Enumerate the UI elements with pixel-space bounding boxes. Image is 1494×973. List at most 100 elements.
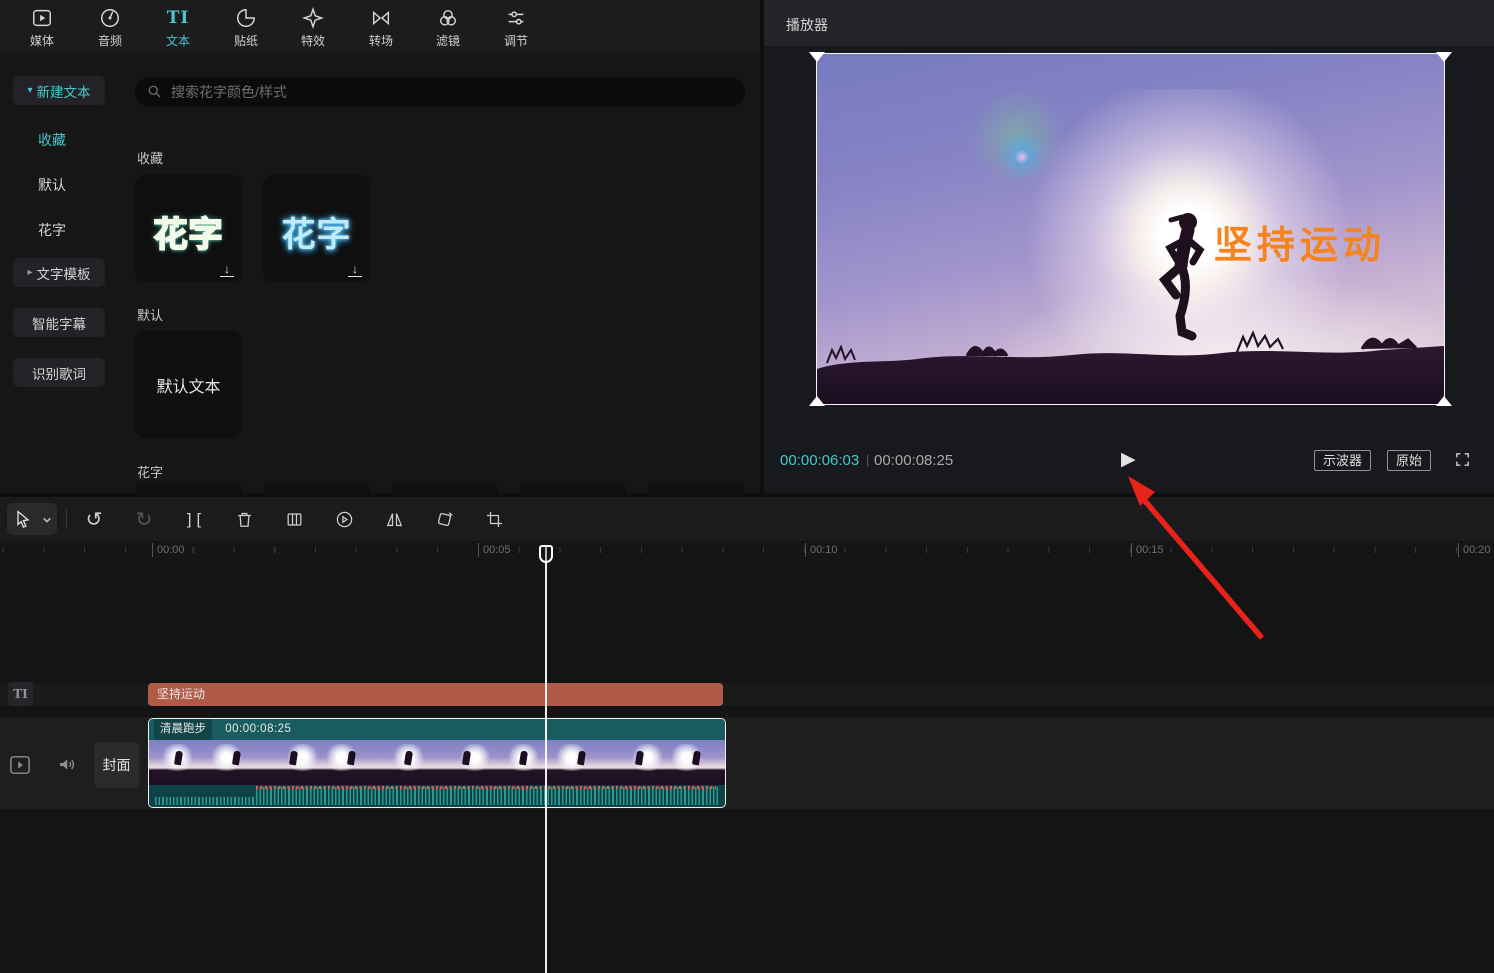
timeline-toolbar: ↺ ↻ ][ xyxy=(0,497,1494,541)
huazi-card-partial[interactable] xyxy=(391,483,498,493)
tab-audio[interactable]: 音频 xyxy=(82,6,138,50)
undo-button[interactable]: ↺ xyxy=(77,503,111,535)
text-sidebar: ▾ 新建文本 收藏 默认 花字 ▸ 文字模板 智能字幕 识别歌词 xyxy=(0,52,118,493)
search-icon xyxy=(147,84,162,104)
tab-filter[interactable]: 滤镜 xyxy=(420,6,476,50)
fullscreen-icon[interactable] xyxy=(1454,451,1471,473)
library-content: 收藏 花字 ↓ 花字 ↓ 默认 默认文本 花字 xyxy=(118,52,760,493)
frame-thumbnail xyxy=(322,740,380,785)
huazi-card-ice[interactable]: 花字 ↓ xyxy=(263,175,370,282)
cursor-icon xyxy=(13,509,33,529)
video-overlay-text[interactable]: 坚持运动 xyxy=(1214,214,1386,269)
scope-button[interactable]: 示波器 xyxy=(1314,450,1371,471)
player-controls: 00:00:06:03 | 00:00:08:25 ▶ 示波器 原始 xyxy=(764,440,1494,480)
frame-thumbnail xyxy=(207,740,265,785)
play-button[interactable]: ▶ xyxy=(1121,448,1136,471)
huazi-card-partial[interactable] xyxy=(519,483,626,493)
section-title-favorites: 收藏 xyxy=(137,148,163,167)
video-clip-name: 清晨跑步 xyxy=(154,719,212,740)
default-text-card[interactable]: 默认文本 xyxy=(135,331,242,438)
frame-thumbnail xyxy=(149,740,207,785)
video-clip[interactable]: 清晨跑步 00:00:08:25 xyxy=(148,718,726,808)
video-track-toggle-icon[interactable] xyxy=(9,755,31,780)
caret-down-icon: ▾ xyxy=(27,85,32,96)
toolbar-divider xyxy=(66,509,67,529)
top-nav: 媒体 音频 TI 文本 贴纸 特效 xyxy=(0,0,760,52)
sidebar-item-text-template[interactable]: ▸ 文字模板 xyxy=(13,258,105,287)
speaker-icon[interactable] xyxy=(57,755,76,779)
section-title-huazi: 花字 xyxy=(137,462,163,481)
sidebar-item-smart-captions[interactable]: 智能字幕 xyxy=(13,308,105,337)
tab-transition[interactable]: 转场 xyxy=(353,6,409,50)
selection-handle[interactable] xyxy=(1436,52,1452,62)
huazi-card-partial[interactable] xyxy=(135,483,242,493)
huazi-card-green[interactable]: 花字 ↓ xyxy=(135,175,242,282)
frame-thumbnail xyxy=(379,740,437,785)
tab-effects[interactable]: 特效 xyxy=(285,6,341,50)
reverse-button[interactable] xyxy=(327,503,361,535)
sidebar-item-default[interactable]: 默认 xyxy=(38,175,66,195)
freeze-frame-button[interactable] xyxy=(277,503,311,535)
frame-thumbnail xyxy=(495,740,553,785)
select-tool-button[interactable] xyxy=(7,503,57,535)
sidebar-item-huazi[interactable]: 花字 xyxy=(38,220,66,240)
selection-handle[interactable] xyxy=(809,396,825,406)
crop-button[interactable] xyxy=(477,503,511,535)
download-icon[interactable]: ↓ xyxy=(348,262,362,277)
runner-silhouette xyxy=(1152,210,1222,360)
crop-icon xyxy=(485,510,504,529)
media-icon xyxy=(14,6,70,30)
frame-thumbnail xyxy=(610,740,668,785)
tab-adjust[interactable]: 调节 xyxy=(488,6,544,50)
timeline-tracks: TI 封面 坚持运动 清晨跑步 00:00:08:25 xyxy=(0,560,1494,973)
frame-thumbnail xyxy=(437,740,495,785)
sidebar-item-new-text[interactable]: ▾ 新建文本 xyxy=(13,76,105,105)
lens-flare xyxy=(1015,150,1029,164)
ruler-label: 00:15 xyxy=(1131,543,1164,557)
chevron-down-icon xyxy=(42,515,52,525)
frame-thumbnail xyxy=(552,740,610,785)
original-button[interactable]: 原始 xyxy=(1387,450,1431,471)
trash-icon xyxy=(235,510,254,529)
rotate-button[interactable] xyxy=(427,503,461,535)
app-window: 媒体 音频 TI 文本 贴纸 特效 xyxy=(0,0,1494,973)
video-clip-thumbnails xyxy=(149,740,725,785)
huazi-card-partial[interactable] xyxy=(647,483,745,493)
video-clip-header: 清晨跑步 00:00:08:25 xyxy=(149,719,725,740)
player-title: 播放器 xyxy=(786,15,828,35)
selection-handle[interactable] xyxy=(809,52,825,62)
video-preview[interactable]: 坚持运动 xyxy=(817,54,1444,404)
search-input[interactable] xyxy=(171,77,731,107)
delete-button[interactable] xyxy=(227,503,261,535)
playhead-handle[interactable] xyxy=(539,545,553,563)
total-timecode: 00:00:08:25 xyxy=(874,452,953,469)
tab-media[interactable]: 媒体 xyxy=(14,6,70,50)
redo-button[interactable]: ↻ xyxy=(127,503,161,535)
cover-button[interactable]: 封面 xyxy=(94,742,139,788)
filter-icon xyxy=(420,6,476,30)
text-clip[interactable]: 坚持运动 xyxy=(148,683,723,706)
section-title-default: 默认 xyxy=(137,305,163,324)
current-timecode: 00:00:06:03 xyxy=(780,452,859,469)
audio-waveform xyxy=(149,785,725,806)
player-panel: 播放器 xyxy=(764,0,1494,493)
tab-text[interactable]: TI 文本 xyxy=(150,6,206,50)
search-bar xyxy=(135,77,745,107)
ruler-label: 00:05 xyxy=(478,543,511,557)
ruler-label: 00:20 xyxy=(1458,543,1491,557)
video-canvas: 坚持运动 xyxy=(817,54,1444,404)
tab-sticker[interactable]: 贴纸 xyxy=(218,6,274,50)
download-icon[interactable]: ↓ xyxy=(220,262,234,277)
frame-thumbnail xyxy=(264,740,322,785)
sidebar-item-lyrics-recognition[interactable]: 识别歌词 xyxy=(13,358,105,387)
text-track-icon[interactable]: TI xyxy=(8,682,33,706)
sidebar-item-favorites[interactable]: 收藏 xyxy=(38,130,66,150)
ruler-label: 00:00 xyxy=(152,543,185,557)
sticker-icon xyxy=(218,6,274,30)
huazi-card-partial[interactable] xyxy=(263,483,370,493)
playhead-line xyxy=(545,545,547,973)
timeline-ruler[interactable]: 00:00 00:05 00:10 00:15 00:20 xyxy=(0,541,1494,560)
mirror-button[interactable] xyxy=(377,503,411,535)
split-button[interactable]: ][ xyxy=(177,503,211,535)
selection-handle[interactable] xyxy=(1436,396,1452,406)
